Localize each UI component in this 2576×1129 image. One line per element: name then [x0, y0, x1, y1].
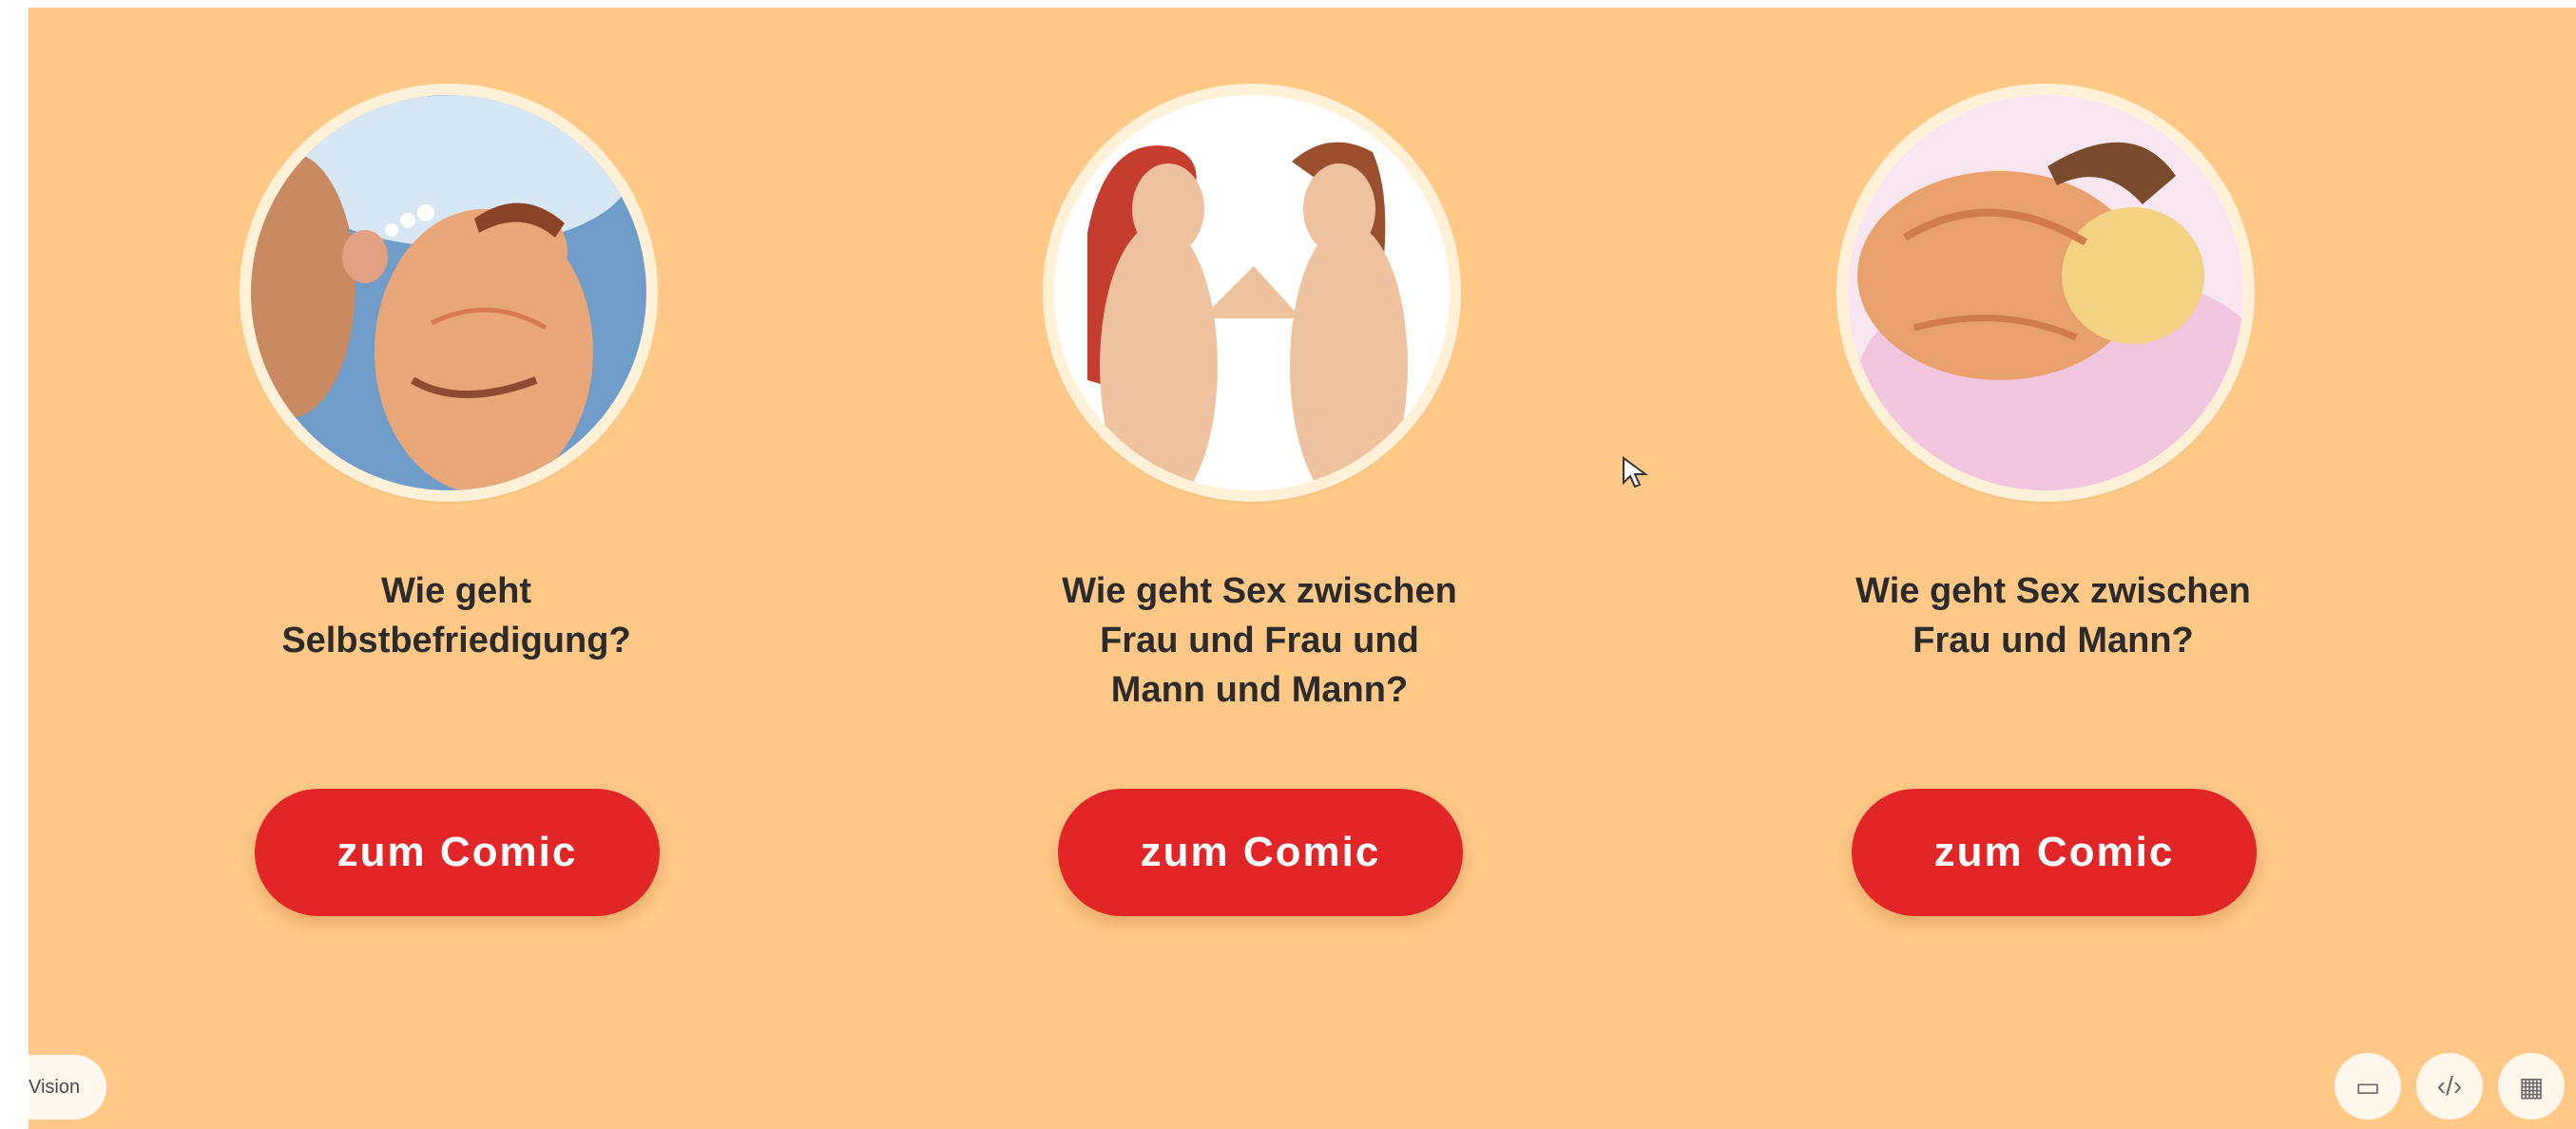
comic-illustration [251, 95, 646, 490]
code-icon[interactable]: ‹/› [2416, 1053, 2483, 1119]
comic-image-frame [1836, 84, 2255, 502]
zum-comic-button[interactable]: zum Comic [255, 789, 660, 916]
illustration-couple-embrace [1848, 95, 2243, 490]
vision-label: Vision [29, 1076, 81, 1098]
page: Wie geht Selbstbefriedigung? zum Comic W… [0, 0, 2576, 1129]
illustration-couple-in-bed [251, 95, 646, 490]
content-stage: Wie geht Selbstbefriedigung? zum Comic W… [29, 8, 2576, 1129]
floating-toolbar: ▭ ‹/› ▦ [2335, 1053, 2565, 1119]
comic-image-frame [1043, 84, 1461, 502]
comic-illustration [1054, 95, 1450, 490]
card-question: Wie geht Selbstbefriedigung? [281, 571, 631, 660]
grid-icon[interactable]: ▦ [2498, 1053, 2565, 1119]
card-question: Wie geht Sex zwischen Frau und Frau und … [1062, 571, 1457, 710]
card-question: Wie geht Sex zwischen Frau und Mann? [1855, 571, 2251, 660]
comic-card-masturbation: Wie geht Selbstbefriedigung? zum Comic [95, 8, 817, 958]
illustration-two-women [1054, 95, 1450, 490]
comic-card-same-sex: Wie geht Sex zwischen Frau und Frau und … [898, 8, 1621, 958]
vision-tab[interactable]: Vision [29, 1055, 106, 1119]
comic-image-frame [240, 84, 658, 502]
comic-illustration [1848, 95, 2243, 490]
zum-comic-button[interactable]: zum Comic [1852, 789, 2257, 916]
zum-comic-button[interactable]: zum Comic [1058, 789, 1463, 916]
comic-card-woman-man: Wie geht Sex zwischen Frau und Mann? zum… [1692, 8, 2414, 958]
mouse-pointer-icon [1623, 456, 1648, 488]
chat-icon[interactable]: ▭ [2335, 1053, 2401, 1119]
